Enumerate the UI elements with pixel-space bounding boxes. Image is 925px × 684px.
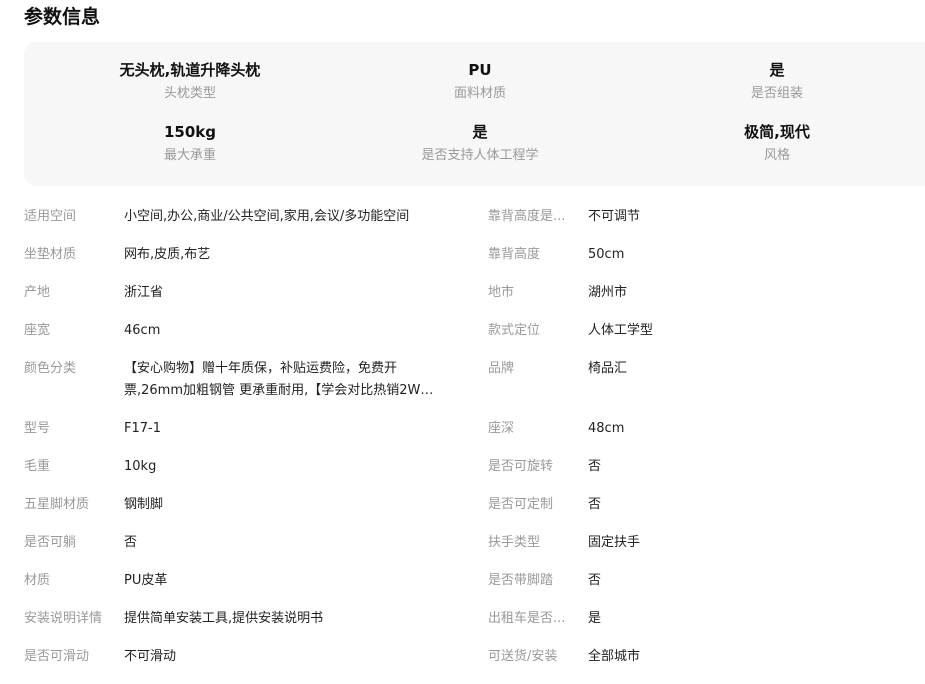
param-value: 湖州市 [588, 285, 628, 300]
param-row: 五星脚材质 钢制脚 是否可定制 否 [24, 486, 925, 524]
highlight-label: 最大承重 [163, 148, 216, 163]
params-table: 适用空间 小空间,办公,商业/公共空间,家用,会议/多功能空间 靠背高度是...… [24, 198, 925, 676]
highlight-label: 面料材质 [453, 86, 506, 101]
param-value: 否 [588, 459, 602, 474]
param-value: 不可滑动 [124, 649, 177, 664]
param-row: 适用空间 小空间,办公,商业/公共空间,家用,会议/多功能空间 靠背高度是...… [24, 198, 925, 236]
param-label: 可送货/安装 [488, 649, 558, 664]
param-value: 否 [124, 535, 138, 550]
param-label: 型号 [24, 421, 51, 436]
param-row: 产地 浙江省 地市 湖州市 [24, 274, 925, 312]
param-row: 安装说明详情 提供简单安装工具,提供安装说明书 出租车是否... 是 [24, 600, 925, 638]
highlight-value: 150kg [163, 123, 217, 141]
param-row: 是否可躺 否 扶手类型 固定扶手 [24, 524, 925, 562]
param-value: 椅品汇 [588, 361, 628, 376]
param-value: 人体工学型 [588, 323, 654, 338]
param-value: 46cm [124, 323, 161, 338]
param-value: F17-1 [124, 421, 161, 436]
param-label: 材质 [24, 573, 51, 588]
param-row: 材质 PU皮革 是否带脚踏 否 [24, 562, 925, 600]
highlight-label: 是否支持人体工程学 [421, 148, 539, 163]
highlight-style: 极简,现代 风格 [627, 121, 925, 165]
highlight-value: PU [468, 61, 492, 79]
param-label: 是否带脚踏 [488, 573, 554, 588]
param-label: 颜色分类 [24, 361, 77, 376]
highlight-value: 是 [769, 61, 785, 79]
highlight-ergonomic: 是 是否支持人体工程学 [330, 121, 630, 165]
param-label: 靠背高度 [488, 247, 541, 262]
param-row: 毛重 10kg 是否可旋转 否 [24, 448, 925, 486]
param-label: 地市 [488, 285, 515, 300]
param-value: 50cm [588, 247, 625, 262]
highlight-max-load: 150kg 最大承重 [40, 121, 340, 165]
param-label: 座深 [488, 421, 515, 436]
param-value: 否 [588, 497, 602, 512]
param-label: 五星脚材质 [24, 497, 90, 512]
highlight-fabric-material: PU 面料材质 [330, 59, 630, 103]
param-value: 10kg [124, 459, 157, 474]
param-value: 浙江省 [124, 285, 164, 300]
param-value: 小空间,办公,商业/公共空间,家用,会议/多功能空间 [124, 209, 410, 224]
param-value: 否 [588, 573, 602, 588]
param-label: 靠背高度是... [488, 209, 566, 224]
param-value: 网布,皮质,布艺 [124, 247, 211, 262]
param-label: 毛重 [24, 459, 51, 474]
param-label: 产地 [24, 285, 51, 300]
param-label: 适用空间 [24, 209, 77, 224]
param-row: 颜色分类 【安心购物】赠十年质保，补贴运费险，免费开票,26mm加粗钢管 更承重… [24, 350, 925, 410]
param-value: 是 [588, 611, 602, 626]
param-row: 座宽 46cm 款式定位 人体工学型 [24, 312, 925, 350]
highlight-headrest-type: 无头枕,轨道升降头枕 头枕类型 [40, 59, 340, 103]
param-label: 安装说明详情 [24, 611, 103, 626]
param-row: 坐垫材质 网布,皮质,布艺 靠背高度 50cm [24, 236, 925, 274]
highlight-label: 是否组装 [750, 86, 803, 101]
highlight-value: 是 [472, 123, 488, 141]
param-value: 固定扶手 [588, 535, 641, 550]
highlight-value: 无头枕,轨道升降头枕 [119, 61, 261, 79]
param-value: 【安心购物】赠十年质保，补贴运费险，免费开票,26mm加粗钢管 更承重耐用,【学… [124, 361, 421, 398]
param-label: 款式定位 [488, 323, 541, 338]
param-row: 是否可滑动 不可滑动 可送货/安装 全部城市 [24, 638, 925, 676]
param-label: 坐垫材质 [24, 247, 77, 262]
param-label: 是否可旋转 [488, 459, 554, 474]
highlight-assembly: 是 是否组装 [627, 59, 925, 103]
param-label: 品牌 [488, 361, 515, 376]
param-value: 钢制脚 [124, 497, 164, 512]
param-label: 是否可滑动 [24, 649, 90, 664]
param-value: PU皮革 [124, 573, 168, 588]
param-label: 是否可定制 [488, 497, 554, 512]
param-value: 不可调节 [588, 209, 641, 224]
param-label: 是否可躺 [24, 535, 77, 550]
param-row: 型号 F17-1 座深 48cm [24, 410, 925, 448]
param-label: 扶手类型 [488, 535, 541, 550]
param-label: 出租车是否... [488, 611, 566, 626]
param-value: 全部城市 [588, 649, 641, 664]
param-label: 座宽 [24, 323, 51, 338]
section-title: 参数信息 [24, 6, 101, 28]
param-value: 提供简单安装工具,提供安装说明书 [124, 611, 324, 626]
product-params-page: 参数信息 无头枕,轨道升降头枕 头枕类型 PU 面料材质 是 是否组装 150k… [0, 0, 925, 684]
highlight-card: 无头枕,轨道升降头枕 头枕类型 PU 面料材质 是 是否组装 150kg 最大承… [24, 42, 925, 186]
param-value: 48cm [588, 421, 625, 436]
highlight-label: 风格 [763, 148, 790, 163]
highlight-label: 头枕类型 [163, 86, 216, 101]
highlight-value: 极简,现代 [744, 123, 810, 141]
